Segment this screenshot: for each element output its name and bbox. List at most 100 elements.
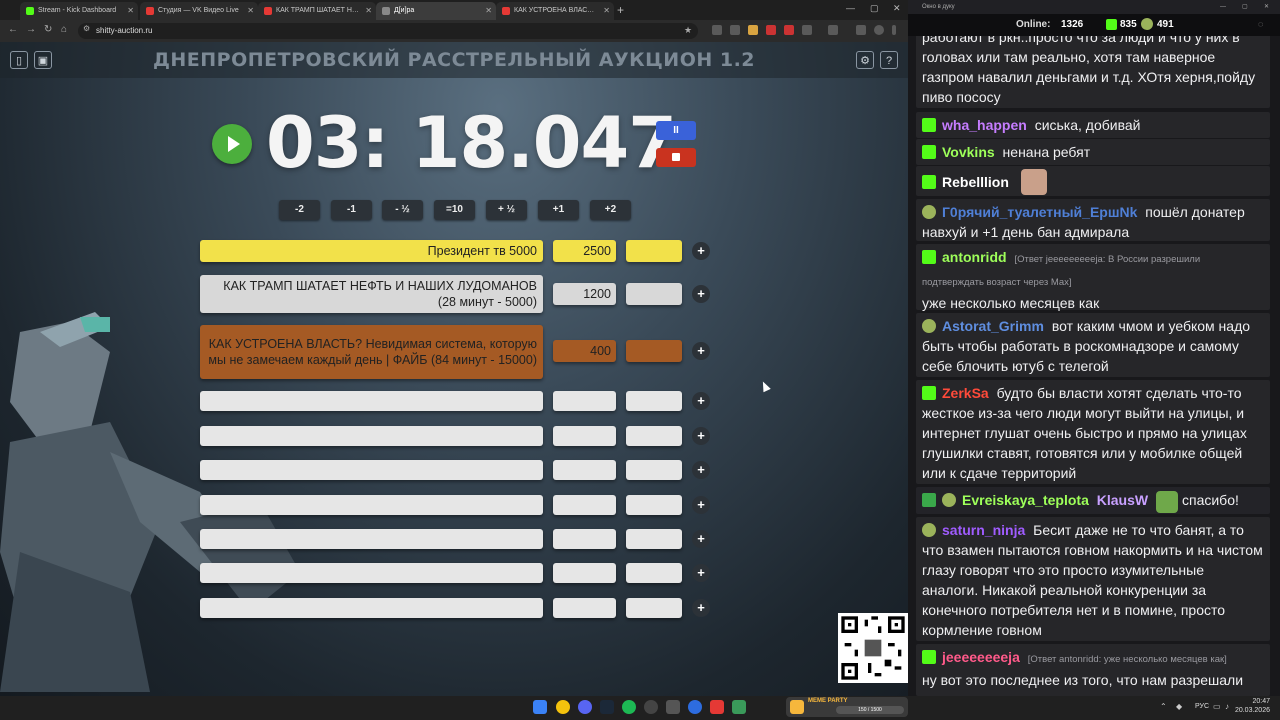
tab-youtube-trump[interactable]: КАК ТРАМП ШАТАЕТ НЕФТЬ И ✕ (258, 2, 376, 20)
pause-button[interactable]: II (656, 121, 696, 140)
username[interactable]: Vovkins (942, 144, 995, 160)
lot-amount-field[interactable]: 1200 (553, 283, 616, 305)
steam-icon[interactable] (600, 700, 614, 714)
tray-app-icon[interactable]: ◆ (1176, 702, 1182, 711)
extensions-puzzle-icon[interactable] (802, 25, 812, 35)
lot-amount-field[interactable] (553, 460, 616, 480)
username[interactable]: ZerkSa (942, 385, 989, 401)
tab-youtube-vlast[interactable]: КАК УСТРОЕНА ВЛАСТЬ? Неви ✕ (496, 2, 614, 20)
back-icon[interactable]: ← (8, 24, 18, 35)
app-icon[interactable] (666, 700, 680, 714)
reload-icon[interactable]: ↻ (44, 24, 52, 35)
lot-add-button[interactable]: + (692, 496, 710, 514)
time-plus-1-button[interactable]: +1 (538, 200, 579, 220)
lot-amount-field[interactable] (553, 563, 616, 583)
extension-icon[interactable] (784, 25, 794, 35)
lot-name-field[interactable] (200, 426, 543, 446)
lot-add-button[interactable]: + (692, 392, 710, 410)
lot-amount-field[interactable] (553, 426, 616, 446)
time-minus-2-button[interactable]: -2 (279, 200, 320, 220)
account-avatar-icon[interactable] (874, 25, 884, 35)
lot-name-field[interactable]: Президент тв 5000 (200, 240, 543, 262)
lot-add-button[interactable]: + (692, 530, 710, 548)
username[interactable]: saturn_ninja (942, 522, 1025, 538)
lot-add-amount-input[interactable] (626, 529, 682, 549)
chrome-icon[interactable] (556, 700, 570, 714)
username[interactable]: Г0рячий_туалетный_ЕршNk (942, 204, 1137, 220)
lot-add-amount-input[interactable] (626, 598, 682, 618)
minimize-icon[interactable]: — (846, 3, 855, 13)
start-menu-icon[interactable] (533, 700, 547, 714)
close-icon[interactable]: ✕ (603, 2, 610, 20)
lot-amount-field[interactable] (553, 391, 616, 411)
settings-icon[interactable]: ◌ (1258, 19, 1263, 29)
network-icon[interactable]: ▭ (1213, 702, 1221, 711)
close-icon[interactable]: ✕ (485, 2, 492, 20)
play-button[interactable] (212, 124, 252, 164)
home-icon[interactable]: ⌂ (61, 24, 67, 35)
close-window-icon[interactable]: ✕ (1264, 0, 1269, 14)
lot-add-button[interactable]: + (692, 564, 710, 582)
volume-icon[interactable]: ♪ (1225, 702, 1229, 711)
tray-chevron-icon[interactable]: ⌃ (1160, 702, 1167, 711)
bookmark-star-icon[interactable]: ★ (684, 25, 692, 36)
app-icon[interactable] (710, 700, 724, 714)
username[interactable]: Evreiskaya_teplota (962, 492, 1089, 508)
lot-add-amount-input[interactable] (626, 240, 682, 262)
lot-add-button[interactable]: + (692, 427, 710, 445)
lot-name-field[interactable] (200, 563, 543, 583)
lot-name-field[interactable] (200, 598, 543, 618)
lot-amount-field[interactable] (553, 495, 616, 515)
tab-auction[interactable]: Д[и]ра ✕ (376, 2, 496, 20)
mention-username[interactable]: KlausW (1097, 492, 1148, 508)
clock-date[interactable]: 20.03.2026 (1230, 707, 1270, 714)
download-icon[interactable] (828, 25, 838, 35)
maximize-icon[interactable]: ▢ (870, 3, 879, 14)
time-minus-half-button[interactable]: - ½ (382, 200, 423, 220)
address-bar[interactable]: ⚙ shitty-auction.ru ★ (78, 23, 698, 39)
lot-add-amount-input[interactable] (626, 563, 682, 583)
username[interactable]: wha_happen (942, 117, 1027, 133)
username[interactable]: Rebelllion (942, 174, 1009, 190)
lot-add-button[interactable]: + (692, 342, 710, 360)
lot-add-button[interactable]: + (692, 285, 710, 303)
lot-name-field[interactable]: КАК УСТРОЕНА ВЛАСТЬ? Невидимая система, … (200, 325, 543, 379)
lot-amount-field[interactable]: 400 (553, 340, 616, 362)
profile-icon[interactable] (856, 25, 866, 35)
lot-name-field[interactable]: КАК ТРАМП ШАТАЕТ НЕФТЬ И НАШИХ ЛУДОМАНОВ… (200, 275, 543, 313)
lot-name-field[interactable] (200, 495, 543, 515)
tab-kick-dashboard[interactable]: Stream - Kick Dashboard ✕ (20, 2, 138, 20)
maximize-icon[interactable]: ▢ (1242, 0, 1248, 14)
new-tab-button[interactable]: + (617, 2, 624, 18)
stop-button[interactable] (656, 148, 696, 167)
time-plus-half-button[interactable]: + ½ (486, 200, 527, 220)
username[interactable]: jeeeeeeeeja (942, 649, 1020, 665)
time-minus-1-button[interactable]: -1 (331, 200, 372, 220)
lot-amount-field[interactable] (553, 529, 616, 549)
lot-amount-field[interactable]: 2500 (553, 240, 616, 262)
lot-name-field[interactable] (200, 460, 543, 480)
settings-gear-icon[interactable]: ⚙ (856, 51, 874, 69)
site-info-icon[interactable]: ⚙ (83, 24, 90, 33)
menu-dots-icon[interactable] (892, 25, 896, 35)
lot-add-button[interactable]: + (692, 599, 710, 617)
extension-icon[interactable] (712, 25, 722, 35)
close-icon[interactable]: ✕ (247, 2, 254, 20)
reply-reference[interactable]: [Ответ antonridd: уже несколько месяцев … (1028, 654, 1227, 665)
time-set-10-button[interactable]: =10 (434, 200, 475, 220)
lot-name-field[interactable] (200, 529, 543, 549)
keyboard-language[interactable]: РУС (1195, 703, 1209, 710)
extension-icon[interactable] (766, 25, 776, 35)
username[interactable]: antonridd (942, 249, 1007, 265)
obs-icon[interactable] (644, 700, 658, 714)
chat-message-list[interactable]: работают в ркн..просто что за люди и что… (916, 36, 1270, 696)
close-window-icon[interactable]: ✕ (893, 3, 901, 14)
spotify-icon[interactable] (622, 700, 636, 714)
lot-add-amount-input[interactable] (626, 426, 682, 446)
lot-add-amount-input[interactable] (626, 460, 682, 480)
clock-time[interactable]: 20:47 (1240, 698, 1270, 705)
lot-add-amount-input[interactable] (626, 495, 682, 515)
minimize-icon[interactable]: — (1220, 0, 1226, 14)
tab-vk-studio[interactable]: Студия — VK Видео Live ✕ (140, 2, 258, 20)
lot-add-button[interactable]: + (692, 242, 710, 260)
